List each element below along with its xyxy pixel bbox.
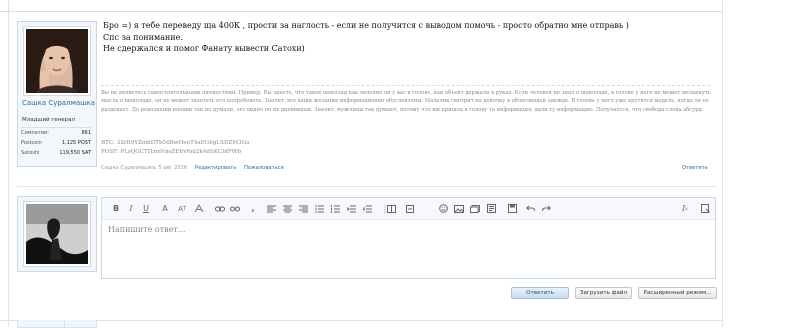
meta-author[interactable]: Сашка Суралмашка,: [101, 165, 157, 171]
columns-icon[interactable]: [386, 202, 396, 215]
font-family-icon[interactable]: [194, 202, 204, 215]
post-meta: Сашка Суралмашка, 5 авг 2016 Редактирова…: [101, 165, 284, 171]
link-icon[interactable]: [215, 202, 225, 215]
stat-label: Satoshi: [21, 150, 40, 156]
message-line: Не сдержался и помог Фанату вывести Сато…: [103, 44, 305, 53]
font-size-icon[interactable]: AT: [176, 202, 188, 215]
align-left-icon[interactable]: [266, 202, 276, 215]
post-divider: [17, 186, 717, 187]
my-avatar: [24, 202, 90, 266]
top-divider: [0, 11, 722, 12]
reply-button[interactable]: Ответить: [511, 287, 569, 299]
author-name[interactable]: Сашка Суралмашка: [22, 99, 95, 108]
font-color-icon[interactable]: A: [160, 202, 170, 215]
meta-date[interactable]: 5 авг 2016: [158, 165, 187, 171]
message-line: Бро =) я тебе переведу ща 400К , прости …: [103, 21, 629, 30]
outdent-icon[interactable]: [362, 202, 372, 215]
stat-value: 861: [81, 130, 91, 136]
stat-value: 119,550 SAT: [59, 150, 91, 156]
toggle-bbcode-icon[interactable]: [700, 202, 710, 215]
italic-icon[interactable]: I: [126, 202, 136, 215]
stat-row: Postcoin 1,125 POST: [21, 138, 91, 148]
post-address: POST: PLsQGCTHzmVnsZEbV6nl2k4dSKCbfFWb: [101, 149, 242, 155]
message-line: Спс за понимание.: [103, 32, 183, 42]
align-right-icon[interactable]: [298, 202, 308, 215]
stat-row: Satoshi 119,550 SAT: [21, 148, 91, 158]
bottom-divider: [0, 320, 722, 321]
author-avatar[interactable]: [24, 27, 90, 95]
editor-toolbar: B I U A AT , I x: [102, 198, 715, 220]
reply-editor: B I U A AT , I x Напишите ответ...: [101, 197, 716, 279]
redo-icon[interactable]: [541, 202, 551, 215]
left-border: [8, 0, 9, 327]
reply-textarea[interactable]: Напишите ответ...: [108, 225, 185, 234]
dot-icon[interactable]: ,: [248, 202, 258, 215]
bold-icon[interactable]: B: [111, 202, 121, 215]
indent-icon[interactable]: [346, 202, 356, 215]
my-avatar-card: [17, 196, 97, 272]
image-icon[interactable]: [454, 202, 464, 215]
stat-label: Симпатии:: [21, 130, 49, 136]
author-stats: Симпатии: 861 Postcoin 1,125 POST Satosh…: [21, 127, 91, 158]
stat-value: 1,125 POST: [61, 140, 91, 146]
undo-formatting-icon[interactable]: [405, 202, 415, 215]
remove-format-icon[interactable]: Ix: [680, 202, 690, 215]
smiley-icon[interactable]: [438, 202, 448, 215]
report-link[interactable]: Пожаловаться: [244, 165, 284, 171]
signature-text: Вы не являетесь самостоятельными личност…: [101, 90, 711, 113]
reply-link[interactable]: Ответить: [682, 165, 708, 171]
advanced-mode-button[interactable]: Расширенный режим...: [638, 287, 717, 299]
underline-icon[interactable]: U: [141, 202, 151, 215]
numbered-list-icon[interactable]: [330, 202, 340, 215]
right-border: [722, 0, 723, 327]
author-card: Сашка Суралмашка Младший генерал Симпати…: [17, 21, 97, 167]
code-icon[interactable]: [486, 202, 496, 215]
post-message: Бро =) я тебе переведу ща 400К , прости …: [103, 20, 703, 55]
signature-divider: [101, 85, 710, 86]
upload-file-button[interactable]: Загрузить файл: [575, 287, 632, 299]
author-title: Младший генерал: [22, 117, 75, 123]
btc-address: BTC: 32rB9YZmhDTb56BwHeoT4aEG6gLSDZM3Go: [101, 140, 250, 146]
stat-label: Postcoin: [21, 140, 42, 146]
save-draft-icon[interactable]: [507, 202, 517, 215]
align-center-icon[interactable]: [282, 202, 292, 215]
media-icon[interactable]: [470, 202, 480, 215]
undo-icon[interactable]: [525, 202, 535, 215]
stat-row: Симпатии: 861: [21, 128, 91, 138]
bullet-list-icon[interactable]: [314, 202, 324, 215]
edit-link[interactable]: Редактировать: [195, 165, 236, 171]
unlink-icon[interactable]: [230, 202, 240, 215]
